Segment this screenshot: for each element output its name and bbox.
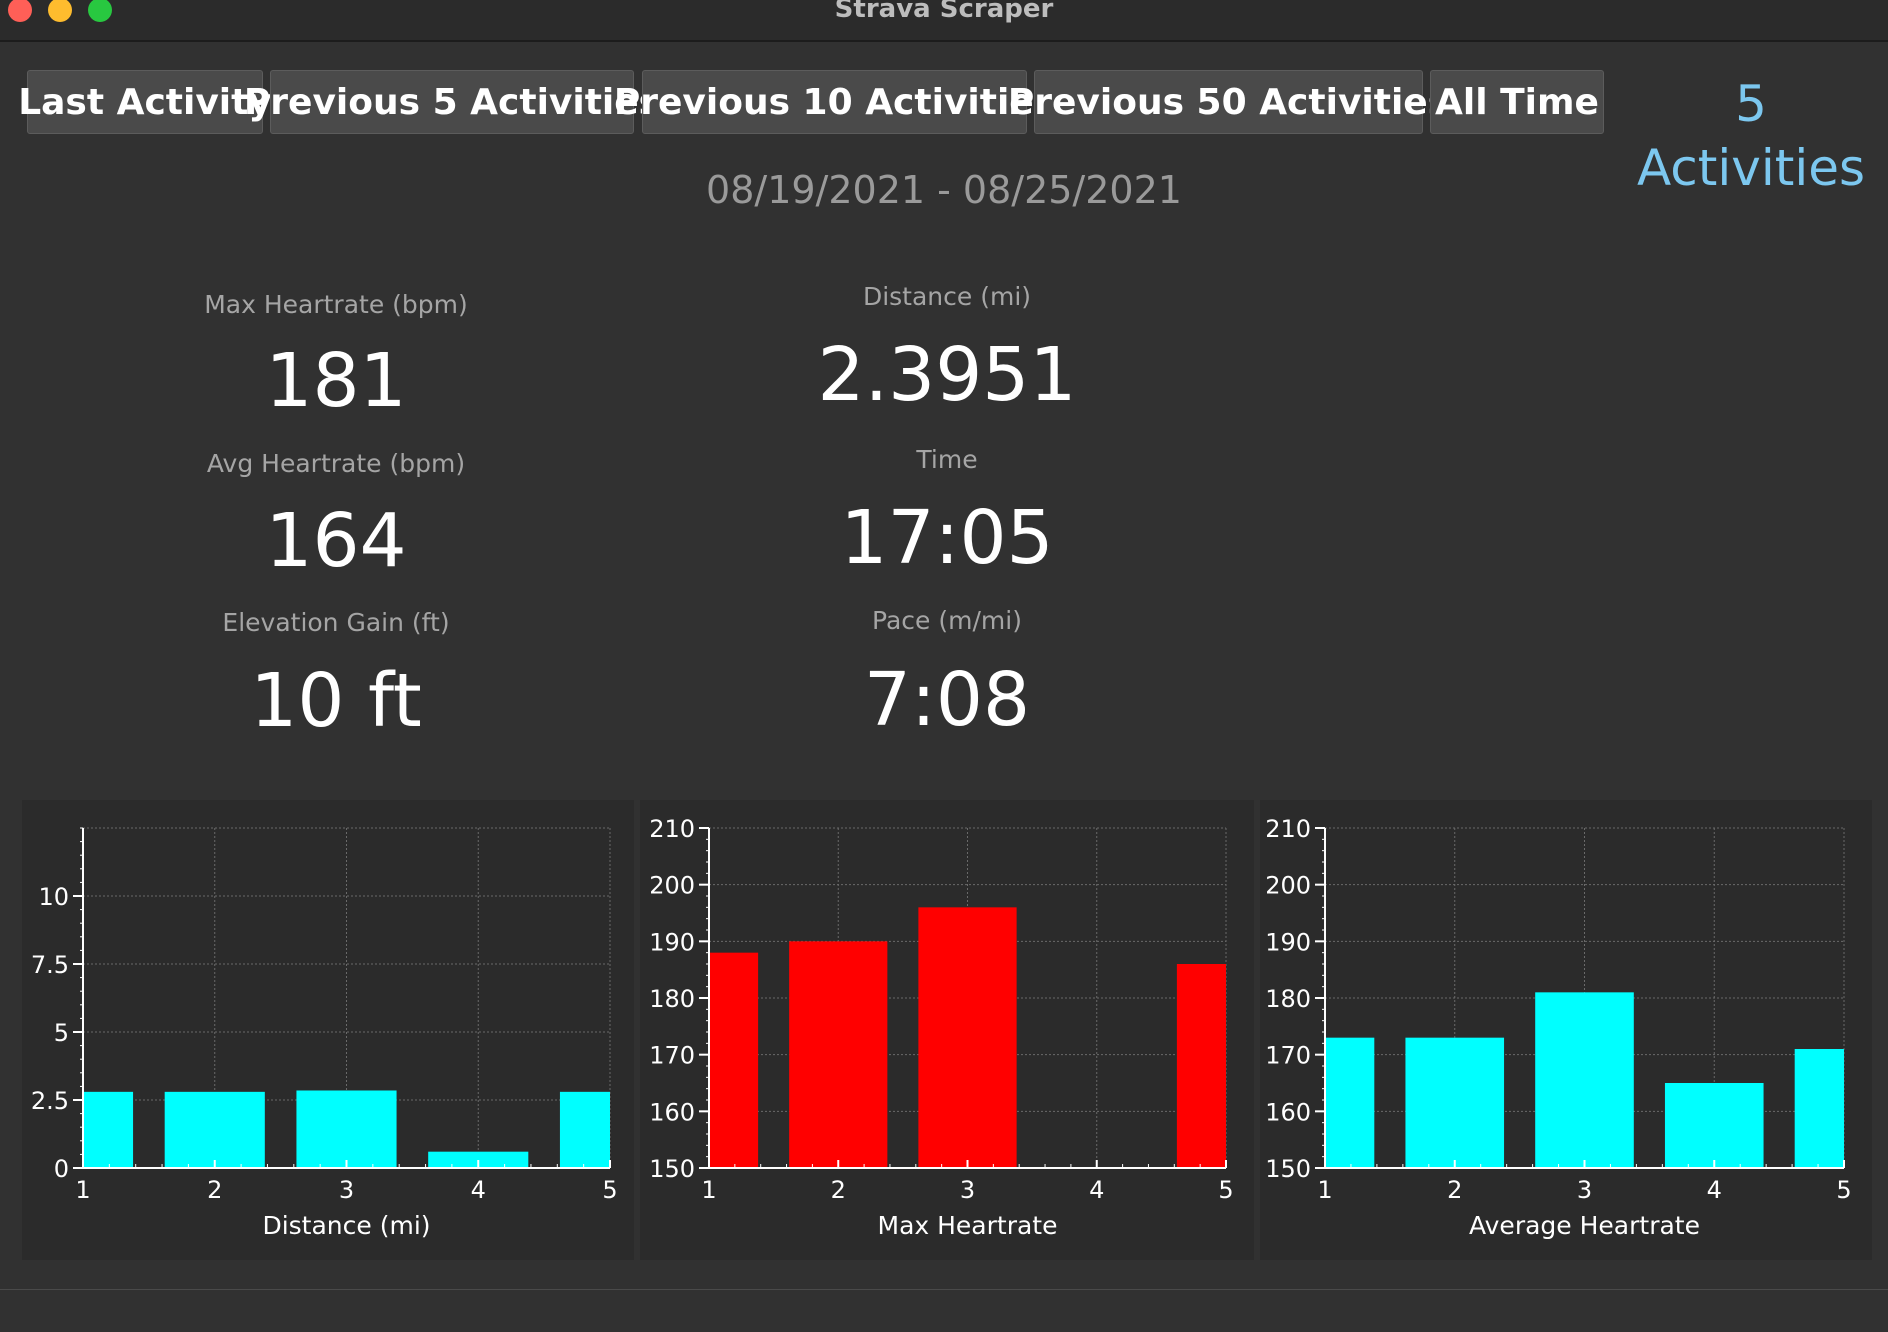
chart1-bar-1	[83, 1091, 134, 1168]
chart3-xlabel: Average Heartrate	[1469, 1211, 1700, 1240]
chart3-xtick-label-0: 1	[1317, 1176, 1332, 1204]
pace-label: Pace (m/mi)	[872, 606, 1022, 635]
chart1-xlabel: Distance (mi)	[262, 1211, 430, 1240]
time-label: Time	[916, 445, 978, 474]
chart3-ytick-label-4: 190	[1265, 928, 1311, 956]
chart3-bar-1	[1325, 1037, 1375, 1168]
chart2-ytick-label-6: 210	[649, 815, 695, 843]
chart2-ytick-label-1: 160	[649, 1098, 695, 1126]
chart3-xtick-label-4: 5	[1836, 1176, 1851, 1204]
chart3-ytick-label-0: 150	[1265, 1155, 1311, 1183]
chart1-ytick-label-1: 2.5	[31, 1087, 69, 1115]
chart3-bar-4	[1664, 1083, 1764, 1168]
chart1-bar-2	[164, 1091, 265, 1168]
chart1-xtick-label-0: 1	[75, 1176, 90, 1204]
average-heartrate-chart-panel: 150 160 170 180 190 200 210 1 2 3 4 5 Average Heartr…	[1260, 800, 1872, 1260]
distance-chart: 0 2.5 5 7.5 10 1 2 3 4 5 Distance (mi)	[31, 827, 618, 1240]
tab-last-activity[interactable]: Last Activity	[18, 70, 272, 134]
chart3-ytick-label-1: 160	[1265, 1098, 1311, 1126]
bottom-divider	[0, 1289, 1888, 1290]
chart1-bar-5	[559, 1091, 610, 1168]
chart3-bar-5	[1794, 1049, 1844, 1168]
chart3-bar-2	[1405, 1037, 1505, 1168]
elevation-gain-value: 10 ft	[250, 658, 422, 744]
chart1-ytick-label-4: 10	[38, 883, 69, 911]
max-heartrate-value: 181	[265, 338, 407, 424]
chart3-bar-3	[1535, 992, 1634, 1168]
chart2-xtick-label-0: 1	[701, 1176, 716, 1204]
chart3-xtick-label-3: 4	[1707, 1176, 1722, 1204]
chart2-bar-2	[789, 941, 888, 1168]
chart2-xtick-label-4: 5	[1218, 1176, 1233, 1204]
avg-heartrate-value: 164	[265, 498, 407, 584]
chart2-xtick-label-3: 4	[1089, 1176, 1104, 1204]
activity-count-label: 5 Activities	[1636, 75, 1866, 197]
chart3-ytick-label-3: 180	[1265, 985, 1311, 1013]
distance-label: Distance (mi)	[862, 282, 1032, 311]
tab-previous-50[interactable]: Previous 50 Activities	[1008, 70, 1449, 134]
date-range: 08/19/2021 - 08/25/2021	[706, 168, 1182, 212]
chart3-xtick-label-1: 2	[1447, 1176, 1462, 1204]
tab-all-time[interactable]: All Time	[1430, 70, 1604, 134]
chart2-xtick-label-2: 3	[960, 1176, 975, 1204]
avg-heartrate-label: Avg Heartrate (bpm)	[206, 449, 466, 478]
window-title: Strava Scraper	[834, 0, 1054, 24]
chart2-bar-5	[1176, 964, 1226, 1168]
chart2-xlabel: Max Heartrate	[878, 1211, 1058, 1240]
title-bar: Strava Scraper	[0, 0, 1888, 42]
chart2-ytick-label-2: 170	[649, 1042, 695, 1070]
chart1-ytick-label-3: 7.5	[31, 951, 69, 979]
chart2-ytick-label-4: 190	[649, 928, 695, 956]
chart2-bar-1	[709, 952, 759, 1168]
tab-previous-5[interactable]: Previous 5 Activities	[244, 70, 660, 134]
chart2-ytick-label-0: 150	[649, 1155, 695, 1183]
max-heartrate-chart: 150 160 170 180 190 200 210 1 2 3 4 5 Max Heartrate	[649, 815, 1233, 1240]
chart1-xtick-label-2: 3	[339, 1176, 354, 1204]
chart3-xtick-label-2: 3	[1577, 1176, 1592, 1204]
chart2-ytick-label-5: 200	[649, 872, 695, 900]
time-value: 17:05	[840, 495, 1054, 581]
chart1-xtick-label-3: 4	[471, 1176, 486, 1204]
elevation-gain-label: Elevation Gain (ft)	[222, 608, 450, 637]
distance-chart-panel: 0 2.5 5 7.5 10 1 2 3 4 5 Distance (mi)	[22, 800, 634, 1260]
chart3-ytick-label-2: 170	[1265, 1042, 1311, 1070]
distance-value: 2.3951	[817, 332, 1077, 418]
tab-previous-10[interactable]: Previous 10 Activities	[614, 70, 1055, 134]
chart2-xtick-label-1: 2	[831, 1176, 846, 1204]
chart1-bar-3	[296, 1090, 397, 1168]
chart1-xtick-label-1: 2	[207, 1176, 222, 1204]
max-heartrate-label: Max Heartrate (bpm)	[204, 290, 468, 319]
chart3-ytick-label-5: 200	[1265, 872, 1311, 900]
chart1-ytick-label-2: 5	[54, 1019, 69, 1047]
chart3-ytick-label-6: 210	[1265, 815, 1311, 843]
average-heartrate-chart: 150 160 170 180 190 200 210 1 2 3 4 5 Average Heartr…	[1265, 815, 1851, 1240]
max-heartrate-chart-panel: 150 160 170 180 190 200 210 1 2 3 4 5 Max Heartrate	[640, 800, 1254, 1260]
chart2-bar-3	[918, 907, 1017, 1168]
pace-value: 7:08	[863, 657, 1031, 743]
chart1-xtick-label-4: 5	[602, 1176, 617, 1204]
chart2-ytick-label-3: 180	[649, 985, 695, 1013]
chart1-ytick-label-0: 0	[54, 1155, 69, 1183]
